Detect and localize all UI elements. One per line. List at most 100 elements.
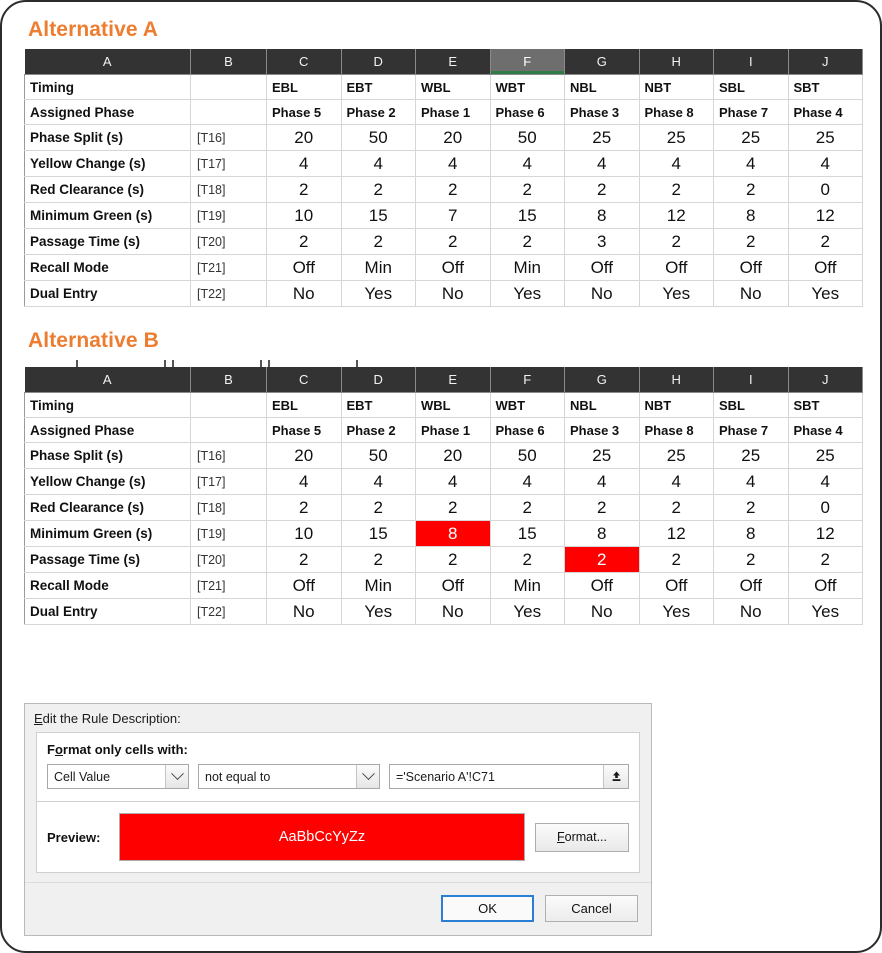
cell[interactable]: 25 [713, 442, 789, 469]
cell[interactable]: NBT [638, 74, 714, 100]
cell[interactable]: 2 [713, 176, 789, 203]
cell[interactable]: Phase 5 [266, 417, 342, 443]
cell[interactable]: 2 [638, 546, 714, 573]
cell[interactable]: EBT [340, 392, 416, 418]
column-header-a-H[interactable]: H [639, 49, 714, 75]
cell[interactable]: WBL [415, 74, 491, 100]
cell[interactable]: Phase 8 [638, 417, 714, 443]
cell[interactable]: 12 [787, 202, 863, 229]
cell[interactable]: 50 [489, 442, 565, 469]
column-header-a-I[interactable]: I [713, 49, 789, 75]
cell[interactable]: 4 [787, 468, 863, 495]
cell[interactable]: Yes [787, 280, 863, 307]
cell[interactable]: 4 [340, 150, 416, 177]
cell[interactable]: Off [415, 254, 491, 281]
cell[interactable]: 2 [340, 494, 416, 521]
cell[interactable]: Yes [638, 280, 714, 307]
cell[interactable]: No [415, 598, 491, 625]
cell[interactable]: 4 [415, 150, 491, 177]
cell[interactable]: 25 [787, 124, 863, 151]
cell[interactable]: 20 [415, 442, 491, 469]
cell[interactable]: Yes [340, 598, 416, 625]
cell[interactable]: 2 [266, 546, 342, 573]
column-header-a-C[interactable]: C [266, 49, 342, 75]
column-header-b-I[interactable]: I [713, 367, 789, 393]
cell[interactable]: 50 [340, 124, 416, 151]
cell[interactable]: Min [489, 572, 565, 599]
cell[interactable]: 2 [638, 494, 714, 521]
column-header-b-A[interactable]: A [24, 367, 191, 393]
cell[interactable]: 2 [415, 228, 491, 255]
cell[interactable]: 4 [638, 150, 714, 177]
column-header-b-E[interactable]: E [415, 367, 491, 393]
cell[interactable]: Yes [638, 598, 714, 625]
cell[interactable]: Phase 7 [713, 417, 789, 443]
collapse-dialog-icon[interactable] [603, 765, 628, 788]
cell[interactable]: 8 [564, 520, 640, 547]
cell[interactable]: 4 [266, 468, 342, 495]
cell[interactable]: Off [787, 254, 863, 281]
ok-button[interactable]: OK [441, 895, 534, 922]
column-header-a-G[interactable]: G [564, 49, 640, 75]
cell[interactable]: Yes [787, 598, 863, 625]
cell[interactable]: Phase 5 [266, 99, 342, 125]
column-header-b-J[interactable]: J [788, 367, 863, 393]
cell[interactable]: 2 [415, 176, 491, 203]
cell[interactable]: 15 [489, 202, 565, 229]
cell[interactable]: 4 [713, 150, 789, 177]
chevron-down-icon[interactable] [165, 765, 188, 788]
cell[interactable]: 2 [415, 494, 491, 521]
cell[interactable]: 4 [564, 468, 640, 495]
cell[interactable]: Off [787, 572, 863, 599]
column-header-a-F-active[interactable]: F [490, 49, 565, 75]
column-header-a-B[interactable]: B [190, 49, 267, 75]
cell[interactable]: 4 [787, 150, 863, 177]
column-header-b-H[interactable]: H [639, 367, 714, 393]
cell[interactable]: No [415, 280, 491, 307]
cell[interactable]: Phase 3 [564, 417, 640, 443]
cell[interactable]: 2 [266, 228, 342, 255]
cell[interactable]: WBT [489, 74, 565, 100]
cell[interactable]: No [564, 280, 640, 307]
cell[interactable]: 2 [266, 176, 342, 203]
cell[interactable]: Yes [489, 280, 565, 307]
cell[interactable]: NBT [638, 392, 714, 418]
cell[interactable]: 2 [638, 176, 714, 203]
cell[interactable]: 50 [340, 442, 416, 469]
cell[interactable]: 20 [266, 124, 342, 151]
cell[interactable]: Yes [489, 598, 565, 625]
cell[interactable]: 4 [266, 150, 342, 177]
cell[interactable]: 2 [787, 228, 863, 255]
cell[interactable]: 4 [489, 468, 565, 495]
cell[interactable]: 2 [266, 494, 342, 521]
cell[interactable]: 4 [340, 468, 416, 495]
cell[interactable]: Phase 6 [489, 99, 565, 125]
cell[interactable]: 2 [489, 494, 565, 521]
cell[interactable]: Off [638, 254, 714, 281]
cell[interactable]: SBT [787, 392, 863, 418]
cell[interactable]: WBL [415, 392, 491, 418]
cell[interactable]: 12 [638, 520, 714, 547]
cell[interactable]: Phase 4 [787, 417, 863, 443]
cell[interactable]: NBL [564, 392, 640, 418]
cell[interactable]: EBL [266, 392, 342, 418]
cell[interactable]: Phase 1 [415, 417, 491, 443]
cell[interactable]: 8 [713, 520, 789, 547]
cell[interactable]: 12 [638, 202, 714, 229]
cell[interactable]: 2 [564, 494, 640, 521]
cell[interactable]: 2 [787, 546, 863, 573]
cell[interactable]: 20 [266, 442, 342, 469]
cell[interactable]: 2 [340, 176, 416, 203]
cell[interactable]: Min [489, 254, 565, 281]
cell[interactable]: 10 [266, 520, 342, 547]
formula-input[interactable]: ='Scenario A'!C71 [389, 764, 629, 789]
cell[interactable]: 8 [564, 202, 640, 229]
format-button[interactable]: Format... [535, 822, 629, 852]
cell[interactable]: No [266, 280, 342, 307]
cell[interactable]: No [564, 598, 640, 625]
cell[interactable]: 2 [489, 176, 565, 203]
column-header-a-D[interactable]: D [341, 49, 416, 75]
cell[interactable]: 0 [787, 494, 863, 521]
column-header-a-J[interactable]: J [788, 49, 863, 75]
cell[interactable]: Min [340, 254, 416, 281]
